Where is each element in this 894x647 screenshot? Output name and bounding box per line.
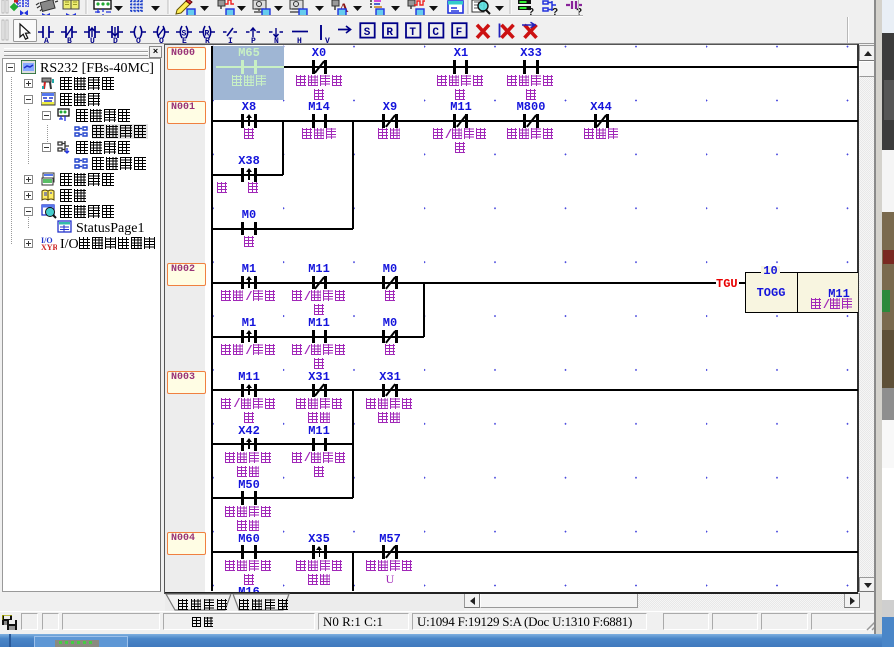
svg-text:T: T xyxy=(409,27,416,39)
svg-text:S: S xyxy=(364,27,371,39)
svg-text:XYR: XYR xyxy=(41,243,57,250)
svg-text:C: C xyxy=(432,27,439,39)
svg-text:F: F xyxy=(456,27,463,39)
svg-text:R: R xyxy=(386,27,393,39)
